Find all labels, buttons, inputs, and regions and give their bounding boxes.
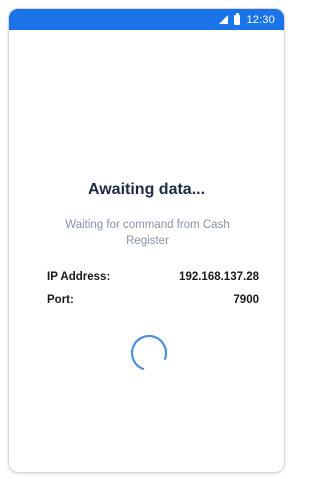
signal-icon [219,15,229,24]
ip-address-label: IP Address: [47,271,111,283]
ip-address-value: 192.168.137.28 [179,271,259,283]
port-label: Port: [47,294,74,306]
status-message: Waiting for command from Cash Register [65,219,230,247]
device-screen: 12:30 Awaiting data... Waiting for comma… [8,8,285,473]
status-time: 12:30 [246,13,275,26]
port-value: 7900 [233,294,259,306]
port-row: Port: 7900 [47,294,259,306]
page-title: Awaiting data... [87,181,206,198]
loading-spinner-icon [130,334,168,372]
status-bar: 12:30 [9,9,284,30]
battery-icon [234,12,241,25]
ip-address-row: IP Address: 192.168.137.28 [47,271,259,283]
